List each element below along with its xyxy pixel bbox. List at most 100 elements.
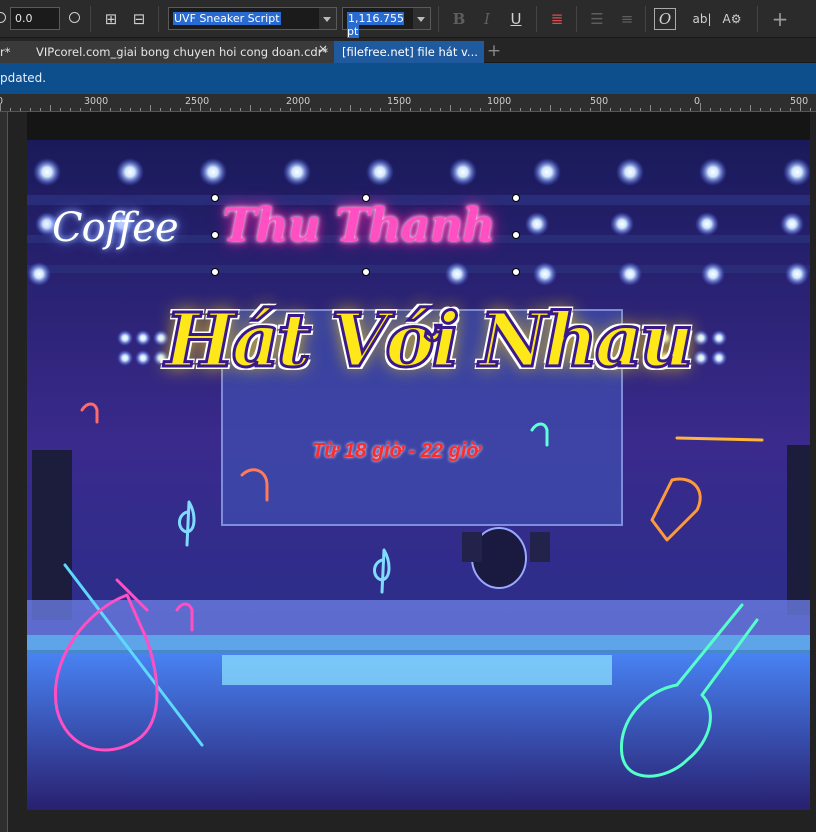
tab-filefree-document[interactable]: [filefree.net] file hát v...	[334, 41, 484, 63]
tab-previous-document[interactable]: r*	[0, 41, 28, 63]
tab-label: VIPcorel.com_giai bong chuyen hoi cong d…	[36, 45, 329, 59]
ruler-tick	[780, 108, 781, 111]
ruler-tick	[70, 108, 71, 111]
selection-handle-top-right[interactable]	[512, 194, 520, 202]
ruler-tick	[720, 108, 721, 111]
ruler-tick	[230, 108, 231, 111]
new-tab-icon[interactable]: +	[484, 41, 504, 61]
outline-width-input[interactable]: 0.0	[10, 7, 60, 30]
ruler-tick	[270, 108, 271, 111]
underline-icon[interactable]: U	[505, 7, 527, 31]
font-size-input[interactable]: 1,116.755 pt	[342, 7, 414, 38]
ruler-tick	[360, 108, 361, 111]
ruler-tick	[150, 105, 151, 111]
add-icon[interactable]: +	[769, 7, 791, 31]
bullet-list-icon[interactable]: ☰	[586, 7, 608, 31]
coffee-text[interactable]: Coffee	[52, 205, 179, 251]
ruler-tick	[50, 105, 51, 111]
ruler-tick	[420, 108, 421, 111]
ruler-tick	[330, 108, 331, 111]
selection-handle-top-middle[interactable]	[362, 194, 370, 202]
ruler-tick	[570, 108, 571, 111]
ruler-tick	[210, 108, 211, 111]
ruler-tick	[590, 108, 591, 111]
ruler-tick	[580, 108, 581, 111]
ruler-tick	[90, 108, 91, 111]
ruler-tick	[130, 108, 131, 111]
ruler-tick	[700, 103, 701, 111]
ruler-tick	[800, 103, 801, 111]
selection-handle-middle-right[interactable]	[512, 231, 520, 239]
ruler-tick	[80, 108, 81, 111]
align-text-icon[interactable]: ⊞	[100, 7, 122, 31]
ruler-tick	[290, 108, 291, 111]
ruler-tick	[500, 103, 501, 111]
wrap-text-icon[interactable]: ⊟	[128, 7, 150, 31]
separator	[757, 6, 758, 32]
time-text[interactable]: Từ 18 giờ - 22 giờ	[312, 440, 480, 463]
ruler-tick	[490, 108, 491, 111]
ruler-tick	[400, 103, 401, 111]
font-size-dropdown[interactable]	[413, 7, 431, 30]
ruler-tick	[440, 108, 441, 111]
opentype-icon[interactable]: O	[654, 8, 676, 30]
text-properties-icon[interactable]: A⚙	[721, 7, 743, 31]
headline-text[interactable]: Hát Với Nhau	[164, 297, 696, 386]
ruler-tick	[160, 108, 161, 111]
ruler-tick	[110, 108, 111, 111]
ruler-tick	[40, 108, 41, 111]
selection-handle-middle-left[interactable]	[211, 231, 219, 239]
ruler-tick	[390, 108, 391, 111]
edit-text-icon[interactable]: ab|	[691, 7, 713, 31]
selection-handle-bottom-middle[interactable]	[362, 268, 370, 276]
ruler-tick	[280, 108, 281, 111]
ruler-tick	[460, 108, 461, 111]
notification-text: pdated.	[0, 71, 47, 85]
ruler-label: 2500	[185, 96, 210, 107]
ruler-tick	[120, 108, 121, 111]
font-name-dropdown[interactable]	[319, 7, 337, 30]
close-tab-icon[interactable]: ×	[318, 42, 328, 56]
ruler-tick	[650, 105, 651, 111]
venue-text-selected[interactable]: Thu Thanh	[222, 198, 496, 252]
ruler-tick	[250, 105, 251, 111]
selection-handle-bottom-left[interactable]	[211, 268, 219, 276]
ruler-tick	[660, 108, 661, 111]
ruler-tick	[480, 108, 481, 111]
ruler-tick	[640, 108, 641, 111]
ruler-label: 3000	[84, 96, 109, 107]
notification-bar: pdated.	[0, 63, 816, 94]
bold-icon[interactable]: B	[448, 7, 470, 31]
property-bar: 0.0 ⊞ ⊟ UVF Sneaker Script 1,116.755 pt …	[0, 0, 816, 38]
drop-cap-icon[interactable]: ≡	[616, 7, 638, 31]
corner-icon[interactable]	[69, 12, 80, 23]
ruler-tick	[240, 108, 241, 111]
ruler-tick	[540, 108, 541, 111]
italic-icon[interactable]: I	[476, 7, 498, 31]
ruler-tick	[770, 108, 771, 111]
ruler-tick	[730, 108, 731, 111]
ruler-tick	[760, 108, 761, 111]
ruler-tick	[690, 108, 691, 111]
ruler-tick	[620, 108, 621, 111]
ruler-tick	[20, 108, 21, 111]
separator	[536, 6, 537, 32]
tab-current-document[interactable]: VIPcorel.com_giai bong chuyen hoi cong d…	[28, 41, 334, 63]
text-align-none-icon[interactable]: ≣	[546, 7, 568, 31]
vertical-ruler[interactable]	[0, 112, 8, 832]
document-tab-bar: r* VIPcorel.com_giai bong chuyen hoi con…	[0, 38, 816, 63]
separator	[158, 6, 159, 32]
selection-handle-bottom-right[interactable]	[512, 268, 520, 276]
ruler-tick	[370, 108, 371, 111]
ruler-tick	[630, 108, 631, 111]
ruler-tick	[680, 108, 681, 111]
ruler-tick	[610, 108, 611, 111]
outline-icon	[0, 12, 6, 23]
font-size-value: 1,116.755 pt	[347, 12, 404, 38]
ruler-tick	[310, 108, 311, 111]
ruler-tick	[180, 108, 181, 111]
selection-handle-top-left[interactable]	[211, 194, 219, 202]
horizontal-ruler[interactable]: 0 3000 2500 2000 1500 1000 500 0 500	[0, 94, 816, 112]
font-name-input[interactable]: UVF Sneaker Script	[168, 7, 320, 30]
ruler-tick	[170, 108, 171, 111]
